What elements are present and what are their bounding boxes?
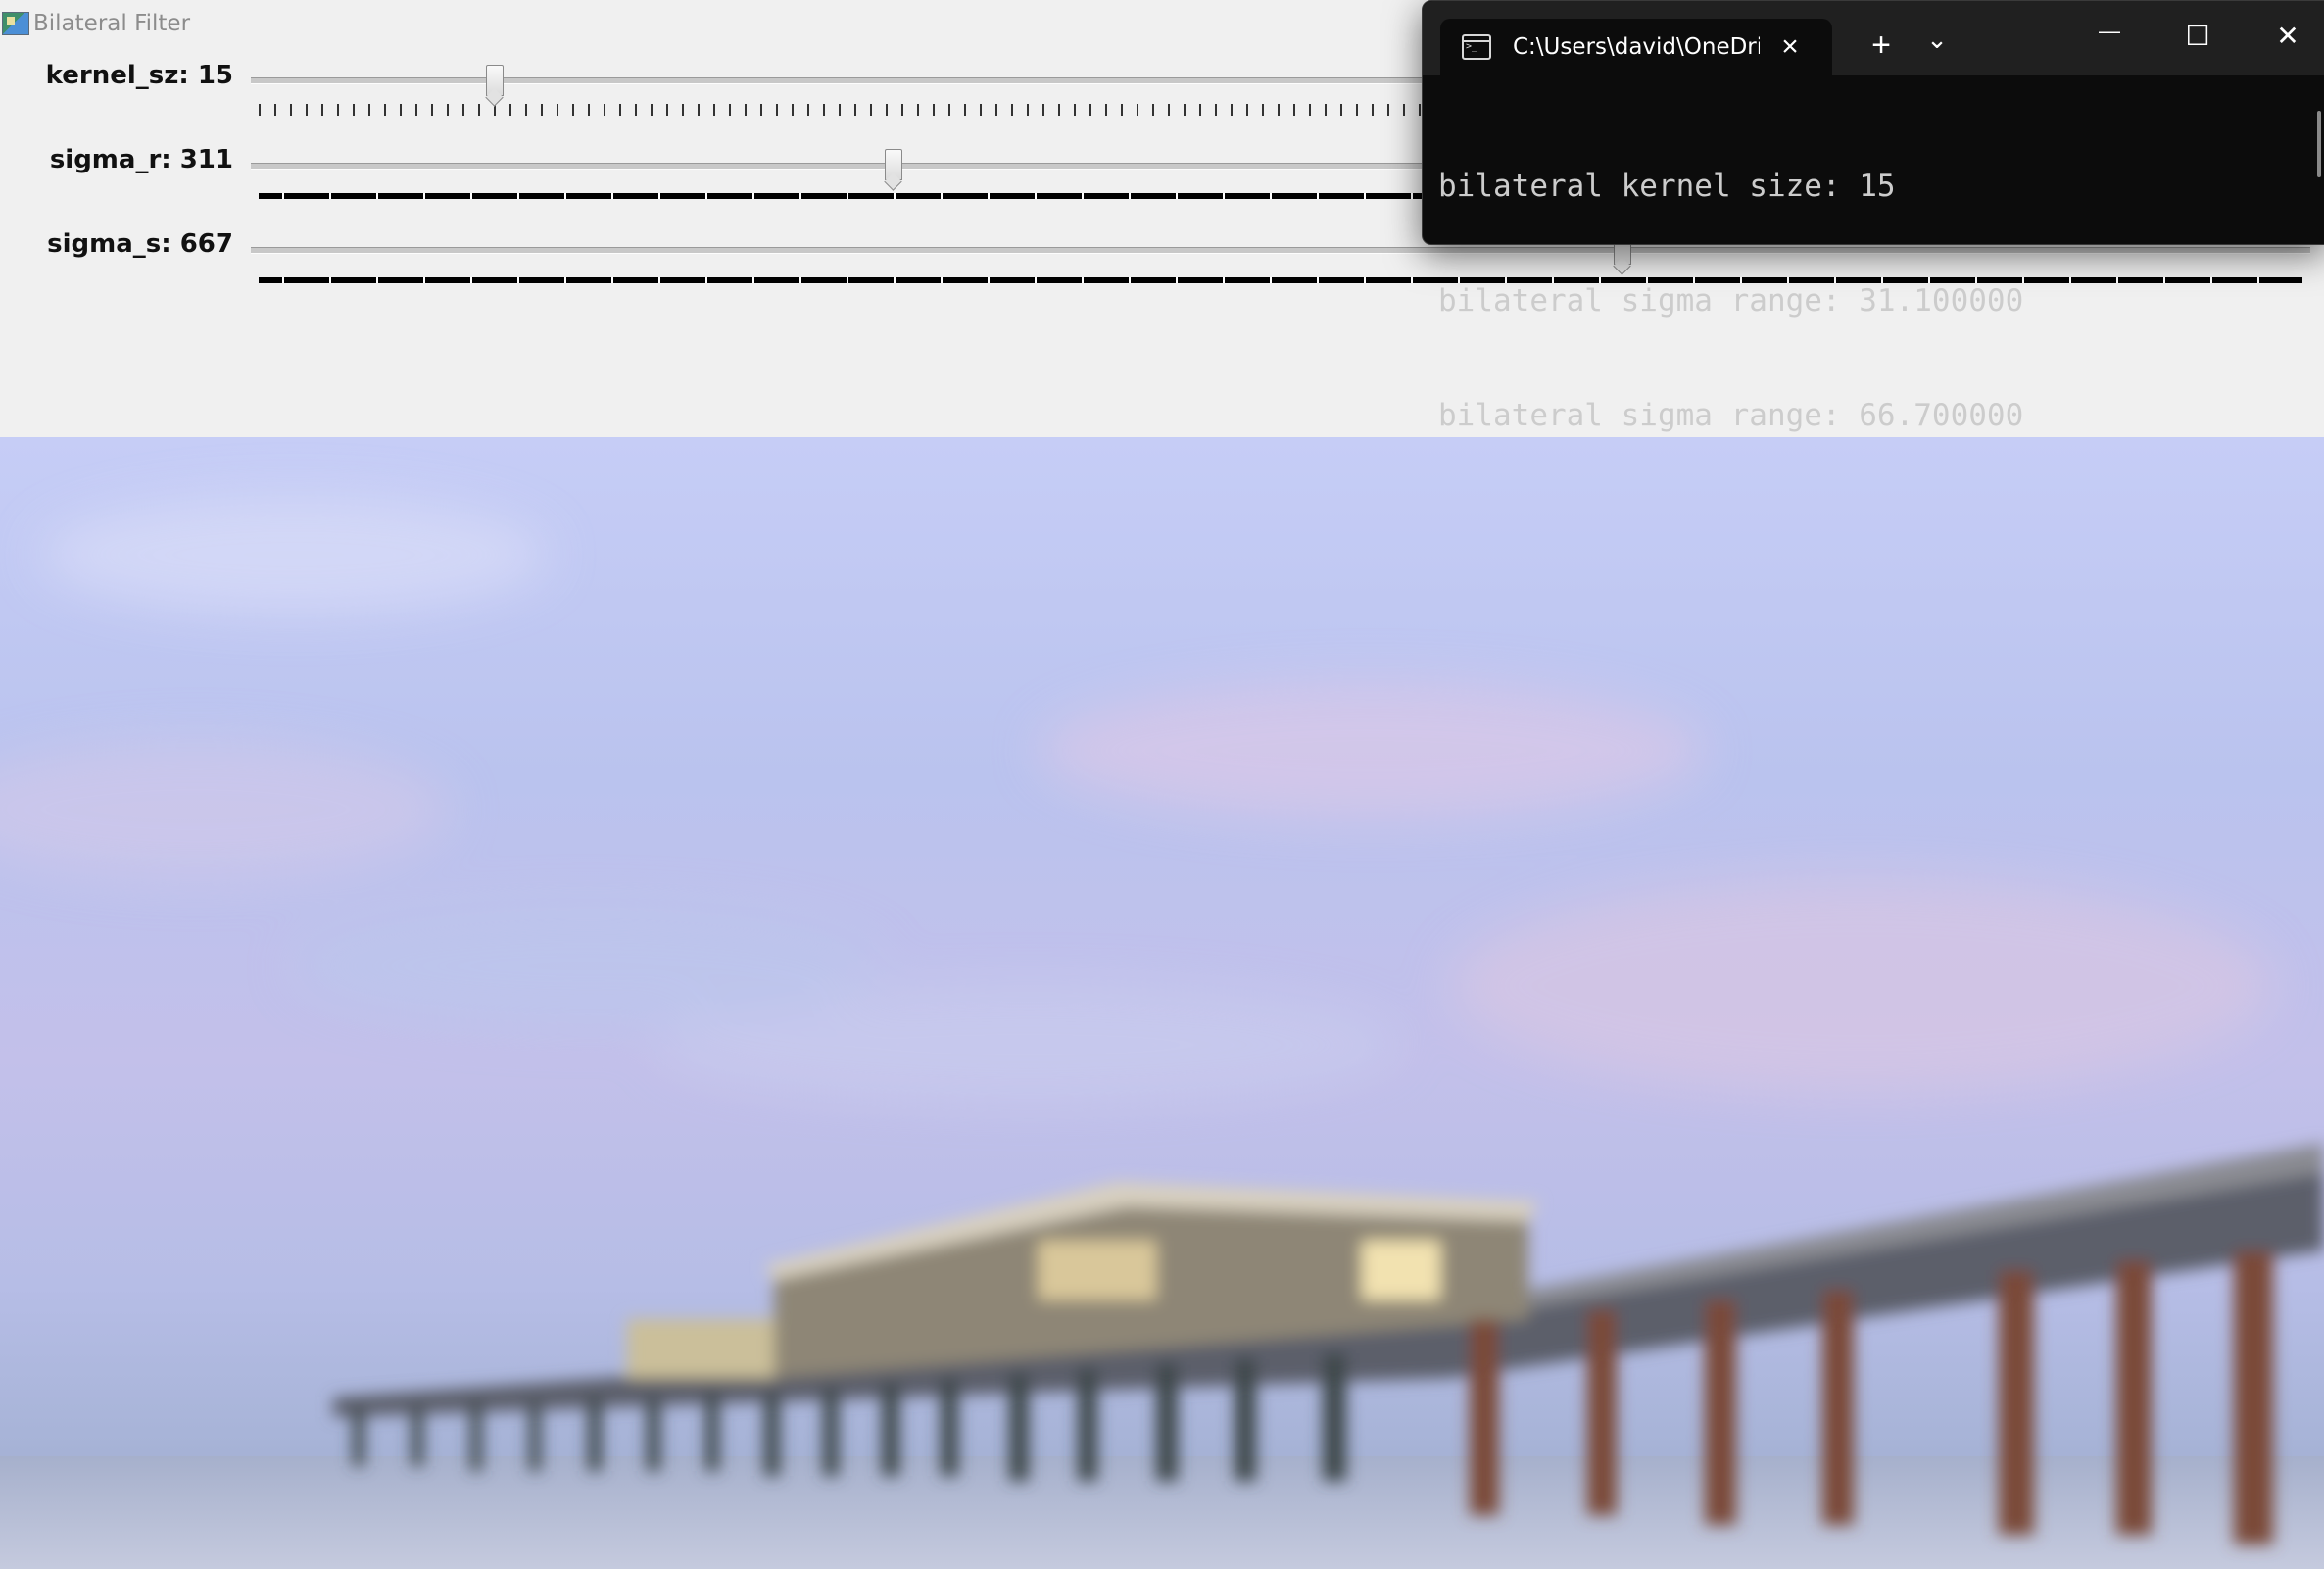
new-tab-button[interactable]: +	[1862, 28, 1901, 62]
terminal-line: bilateral kernel size: 15	[1438, 169, 1896, 204]
tab-dropdown-chevron-icon[interactable]: ⌄	[1922, 26, 1952, 52]
terminal-window[interactable]: C:\Users\david\OneDri × + ⌄ — ☐ ✕ bilate…	[1422, 0, 2324, 433]
window-title-bar: Bilateral Filter	[0, 0, 1430, 47]
terminal-tab-title: C:\Users\david\OneDri	[1513, 34, 1760, 60]
window-title: Bilateral Filter	[33, 11, 191, 36]
trackbar-thumb-sigma-r[interactable]	[884, 149, 902, 180]
filtered-image	[0, 437, 2324, 1569]
trackbar-label-sigma-s: sigma_s: 667	[47, 229, 233, 259]
terminal-line: bilateral sigma range: 66.700000	[1438, 398, 2024, 433]
maximize-button[interactable]: ☐	[2173, 23, 2222, 50]
terminal-icon	[1462, 34, 1491, 60]
trackbar-label-kernel-sz: kernel_sz: 15	[45, 61, 233, 90]
tab-close-icon[interactable]: ×	[1773, 32, 1807, 62]
close-button[interactable]: ✕	[2263, 23, 2312, 50]
terminal-line: bilateral sigma range: 31.100000	[1438, 283, 2024, 319]
terminal-output[interactable]: bilateral kernel size: 15 bilateral sigm…	[1438, 91, 2023, 512]
terminal-scrollbar[interactable]	[2317, 111, 2321, 177]
trackbar-thumb-kernel-sz[interactable]	[485, 65, 504, 96]
opencv-app-icon	[2, 12, 29, 35]
pier-photo	[0, 496, 2324, 1569]
trackbar-label-sigma-r: sigma_r: 311	[49, 145, 233, 174]
terminal-tab[interactable]: C:\Users\david\OneDri ×	[1440, 19, 1832, 75]
minimize-button[interactable]: —	[2085, 21, 2134, 42]
